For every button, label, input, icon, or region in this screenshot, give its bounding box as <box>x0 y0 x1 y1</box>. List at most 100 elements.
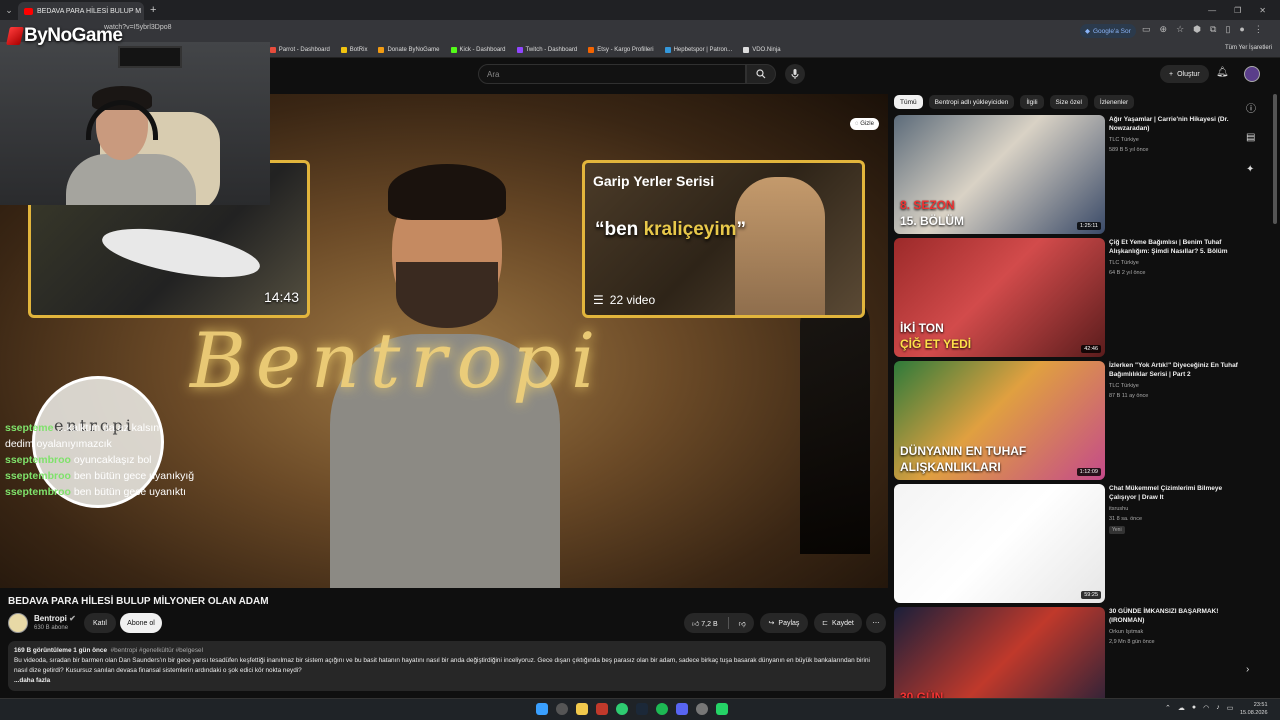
sparkle-ai-icon[interactable]: ✦ <box>1246 164 1254 175</box>
antivirus-icon[interactable]: ● <box>1192 704 1196 712</box>
recommended-title[interactable]: Ağır Yaşamlar | Carrie'nin Hikayesi (Dr.… <box>1109 115 1239 133</box>
recommended-video[interactable]: İKİ TON ÇİĞ ET YEDİ 42:46 Çiğ Et Yeme Bağım… <box>894 238 1254 358</box>
maximize-icon[interactable]: ❐ <box>1234 6 1241 15</box>
bookmark-item[interactable]: Kick - Dashboard <box>450 46 506 53</box>
obs-icon[interactable] <box>696 703 708 715</box>
menu-kebab-icon[interactable]: ⋮ <box>1254 24 1263 35</box>
hashtags[interactable]: #bentropi #genelkültür #belgesel <box>111 647 203 654</box>
split-view-icon[interactable]: ▯ <box>1225 24 1230 35</box>
more-actions-button[interactable]: ⋯ <box>866 613 886 633</box>
google-ask-button[interactable]: ◆ Google'a Sor <box>1080 24 1136 38</box>
extensions-puzzle-icon[interactable]: ⧉ <box>1210 24 1216 35</box>
bookmark-item[interactable]: VDO.Ninja <box>743 46 781 53</box>
spotify-icon[interactable] <box>656 703 668 715</box>
new-tab-button[interactable]: + <box>150 4 156 16</box>
filter-chip[interactable]: Bentropi adlı yükleyiciden <box>928 95 1015 109</box>
video-duration: 59:25 <box>1081 591 1101 599</box>
video-thumbnail[interactable]: İKİ TON ÇİĞ ET YEDİ 42:46 <box>894 238 1105 357</box>
search-input[interactable]: Ara <box>478 64 746 84</box>
like-button[interactable]: 👍︎ 7,2 B <box>692 619 718 628</box>
comments-icon[interactable]: ▤ <box>1246 132 1255 143</box>
chevron-up-icon[interactable]: ⌃ <box>1165 704 1171 712</box>
wifi-icon[interactable]: ◠ <box>1203 704 1209 712</box>
cast-icon[interactable]: ▭ <box>1142 24 1151 35</box>
recommended-video[interactable]: 59:25 Chat Mükemmel Çizimlerimi Bilmeye Ç… <box>894 484 1254 604</box>
video-thumbnail[interactable]: 8. SEZON 15. BÖLÜM 1:25:11 <box>894 115 1105 234</box>
recommended-video[interactable]: DÜNYANIN EN TUHAF ALIŞKANLIKLARI 1:12:09 İz… <box>894 361 1254 481</box>
show-more-link[interactable]: ...daha fazla <box>14 677 50 684</box>
steam-icon[interactable] <box>636 703 648 715</box>
info-icon[interactable]: ⓘ <box>1246 100 1256 115</box>
channel-avatar[interactable] <box>8 613 28 633</box>
recommended-channel[interactable]: TLC Türkiye <box>1109 260 1139 266</box>
recommended-title[interactable]: İzlerken "Yok Artık!" Diyeceğiniz En Tuh… <box>1109 361 1239 379</box>
all-bookmarks-button[interactable]: Tüm Yer İşaretleri <box>1225 45 1272 51</box>
recommended-channel[interactable]: TLC Türkiye <box>1109 137 1139 143</box>
subscriber-count: 630 B abone <box>34 625 69 631</box>
minimize-icon[interactable]: — <box>1208 6 1216 15</box>
chat-username: sseptembroo <box>5 486 71 498</box>
bookmark-item[interactable]: Parrot - Dashboard <box>269 46 330 53</box>
notifications-bell-icon[interactable]: 🔔︎ <box>1216 67 1229 78</box>
bookmark-favicon-icon <box>378 46 385 53</box>
bookmark-star-icon[interactable]: ☆ <box>1176 24 1184 35</box>
chevron-right-icon[interactable]: › <box>1246 664 1249 675</box>
thumbs-up-icon: 👍︎ <box>692 620 700 628</box>
recommended-title[interactable]: 30 GÜNDE İMKANSIZI BAŞARMAK! (IRONMAN) <box>1109 607 1239 625</box>
close-window-icon[interactable]: ✕ <box>1259 6 1266 15</box>
cloud-icon[interactable]: ☁ <box>1178 704 1185 712</box>
filter-chip[interactable]: İlgili <box>1020 95 1044 109</box>
file-explorer-icon[interactable] <box>576 703 588 715</box>
recommended-video[interactable]: 8. SEZON 15. BÖLÜM 1:25:11 Ağır Yaşamlar | … <box>894 115 1254 235</box>
volume-icon[interactable]: ♪ <box>1216 704 1220 712</box>
recommended-channel[interactable]: Orkun Işıtmak <box>1109 629 1143 635</box>
bookmark-item[interactable]: Hepbetspor | Patron... <box>664 46 732 53</box>
bookmark-item[interactable]: BotRix <box>340 46 367 53</box>
video-thumbnail[interactable]: 59:25 <box>894 484 1105 603</box>
hide-endscreen-button[interactable]: ◌ Gizle <box>850 118 879 130</box>
endscreen-playlist-right[interactable]: Garip Yerler Serisi “ben kraliçeyim” ☰ 2… <box>582 160 865 318</box>
recommended-channel[interactable]: itsrushu <box>1109 506 1128 512</box>
bookmark-item[interactable]: Twitch - Dashboard <box>516 46 577 53</box>
tab-list-icon[interactable]: ⌄ <box>0 5 18 16</box>
bookmark-favicon-icon <box>588 46 595 53</box>
search-taskbar-icon[interactable] <box>556 703 568 715</box>
browser-tab-youtube[interactable]: BEDAVA PARA HİLESİ BULUP M × <box>18 2 144 20</box>
search-button[interactable] <box>746 64 776 84</box>
whatsapp-icon[interactable] <box>716 703 728 715</box>
recommended-channel[interactable]: TLC Türkiye <box>1109 383 1139 389</box>
share-button[interactable]: ↪ Paylaş <box>760 613 808 633</box>
chat-message: sseptembroo ben bütün gece uyanıkyığ <box>5 468 194 484</box>
channel-name[interactable]: Bentropi ✔ <box>34 614 76 623</box>
filter-chip[interactable]: Size özel <box>1049 95 1088 109</box>
thumbnail-text: İKİ TON <box>900 321 944 335</box>
endscreen-playlist-title: Garip Yerler Serisi <box>593 173 715 189</box>
app-red-icon[interactable] <box>596 703 608 715</box>
subscribe-button[interactable]: Abone ol <box>120 613 162 633</box>
voice-search-button[interactable] <box>785 64 805 84</box>
system-clock[interactable]: 23:51 15.08.2026 <box>1240 701 1268 717</box>
endscreen-duration: 14:43 <box>263 289 299 305</box>
create-button[interactable]: + Oluştur <box>1160 65 1209 83</box>
start-menu-icon[interactable] <box>536 703 548 715</box>
battery-icon[interactable]: ▭ <box>1227 704 1234 712</box>
bookmark-item[interactable]: Etsy - Kargo Profilleri <box>588 46 654 53</box>
recommended-title[interactable]: Çiğ Et Yeme Bağımlısı | Benim Tuhaf Alış… <box>1109 238 1239 256</box>
account-avatar[interactable] <box>1244 66 1260 82</box>
discord-icon[interactable] <box>676 703 688 715</box>
video-thumbnail[interactable]: DÜNYANIN EN TUHAF ALIŞKANLIKLARI 1:12:09 <box>894 361 1105 480</box>
zoom-icon[interactable]: ⊕ <box>1160 24 1168 35</box>
dislike-button[interactable]: 👎︎ <box>739 619 746 628</box>
chrome-icon[interactable] <box>616 703 628 715</box>
extension-icon[interactable]: ⬢ <box>1193 24 1201 35</box>
bookmark-item[interactable]: Donate ByNoGame <box>378 46 440 53</box>
page-scrollbar[interactable] <box>1273 94 1277 224</box>
description-box[interactable]: 169 B görüntüleme 1 gün önce #bentropi #… <box>8 641 886 691</box>
save-button[interactable]: ⊏ Kaydet <box>814 613 862 633</box>
profile-icon[interactable]: ● <box>1239 24 1244 35</box>
filter-chip[interactable]: İzlenenler <box>1093 95 1135 109</box>
recommended-title[interactable]: Chat Mükemmel Çizimlerimi Bilmeye Çalışı… <box>1109 484 1239 502</box>
join-button[interactable]: Katıl <box>84 613 116 633</box>
filter-chip[interactable]: Tümü <box>894 95 923 109</box>
video-duration: 1:12:09 <box>1076 468 1101 476</box>
